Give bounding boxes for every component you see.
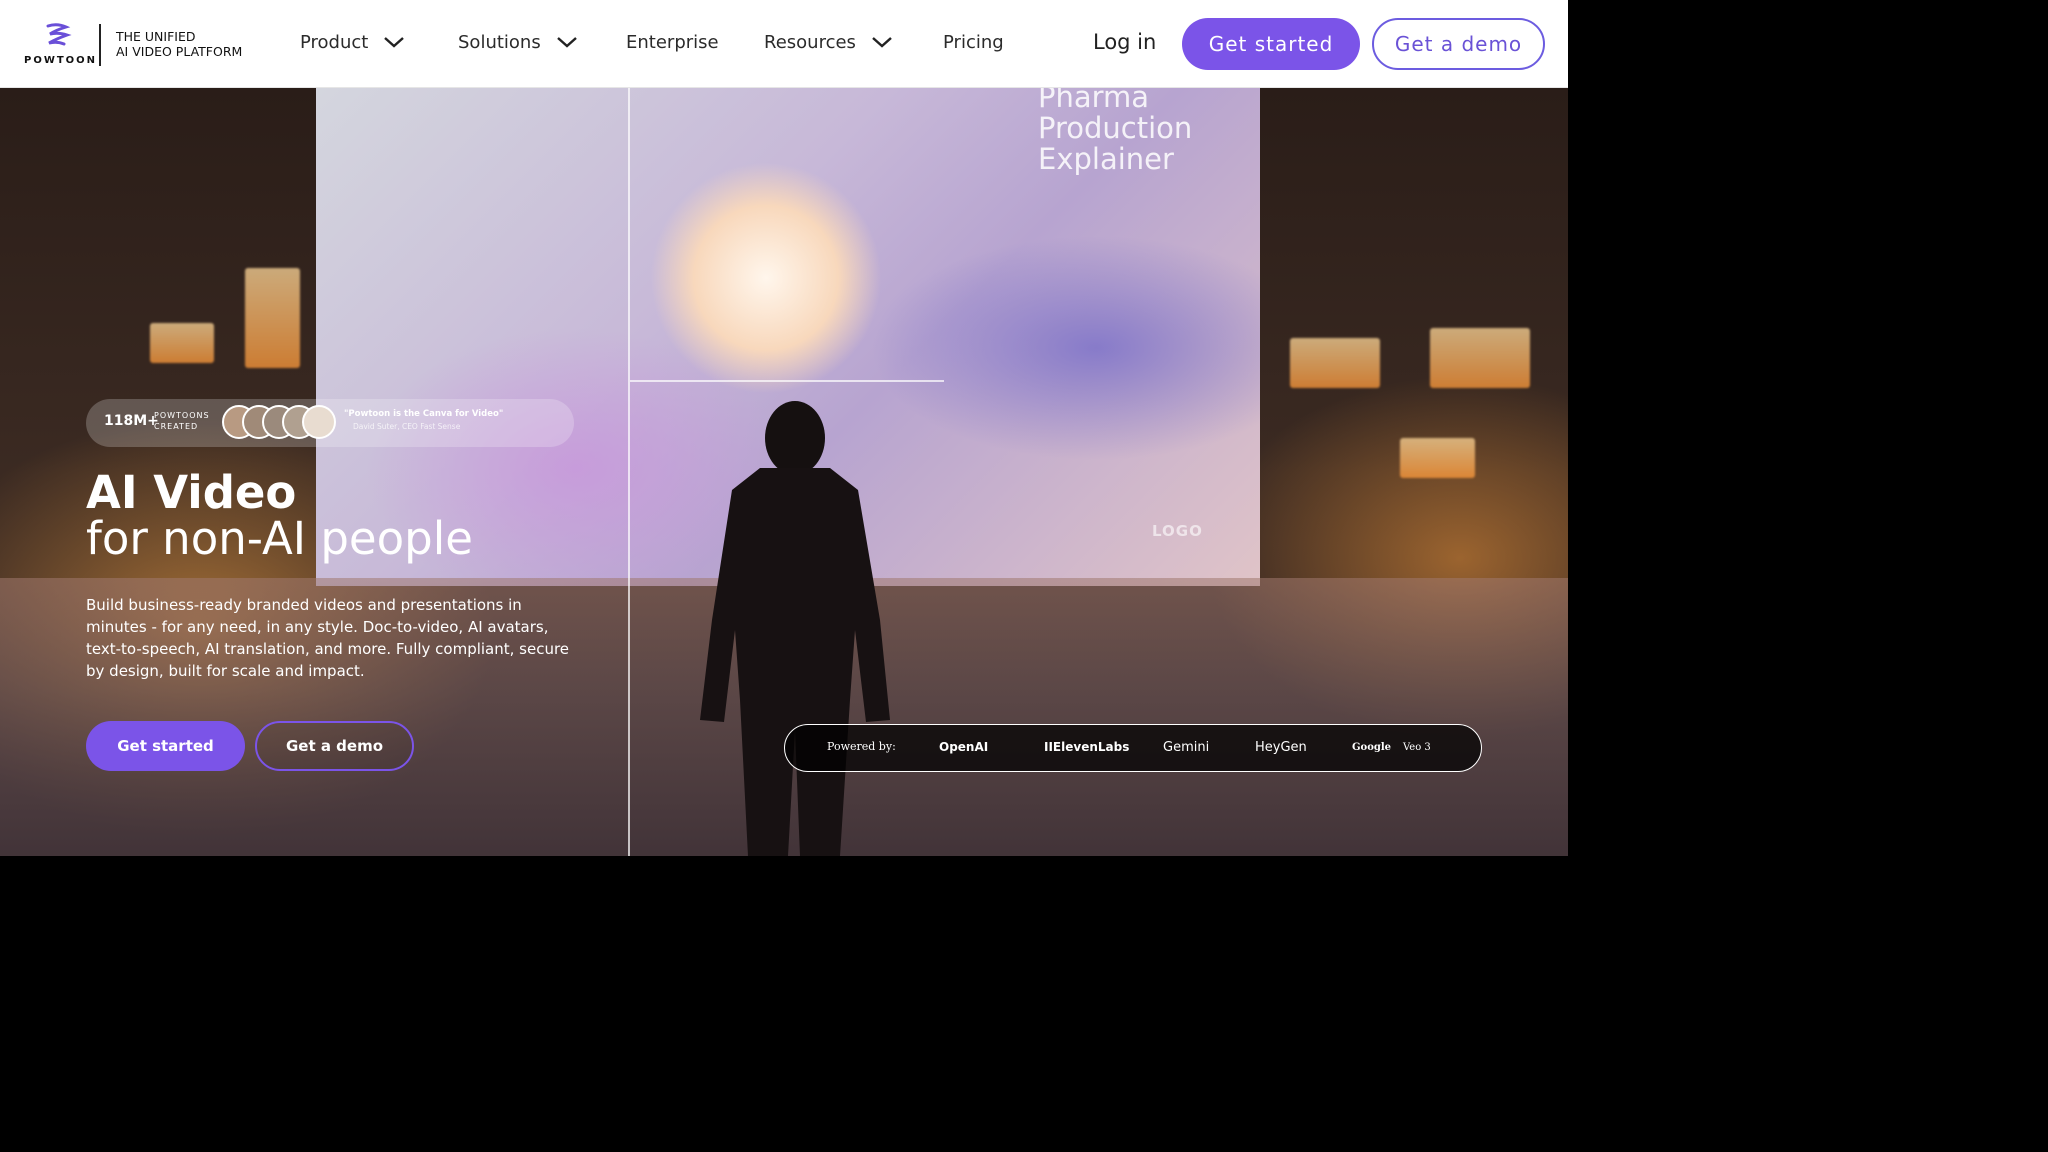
powtoon-mark-icon: [46, 23, 72, 46]
nav-pricing[interactable]: Pricing: [943, 30, 1004, 54]
nav-enterprise-label: Enterprise: [626, 31, 719, 53]
chevron-down-icon: [872, 37, 892, 48]
login-link[interactable]: Log in: [1093, 30, 1156, 54]
nav-product-label: Product: [300, 31, 369, 53]
powtoons-count: 118M+: [104, 413, 159, 429]
customer-avatars: [222, 405, 342, 441]
screen-caption-line: Production: [1038, 111, 1193, 145]
page-bottom-bar: [0, 856, 1568, 882]
nav-pricing-label: Pricing: [943, 31, 1004, 53]
partner-elevenlabs: IIElevenLabs: [1044, 740, 1130, 754]
hero-headline-light: for non-AI people: [86, 512, 473, 565]
screen-logo-placeholder: LOGO: [1152, 522, 1203, 540]
site-header: POWTOON THE UNIFIED AI VIDEO PLATFORM Pr…: [0, 0, 1568, 88]
hero-section: Pharma Production Explainer LOGO 118M+ P…: [0, 88, 1568, 856]
screen-divider: [630, 380, 944, 382]
nav-resources-label: Resources: [764, 31, 856, 53]
header-get-started-button[interactable]: Get started: [1182, 18, 1360, 70]
screen-caption: Pharma Production Explainer: [1038, 88, 1192, 175]
tagline-line-1: THE UNIFIED: [116, 29, 196, 44]
background-light: [245, 268, 300, 368]
stats-label-line: CREATED: [154, 422, 199, 431]
testimonial-quote: "Powtoon is the Canva for Video": [344, 409, 504, 419]
nav-solutions[interactable]: Solutions: [458, 30, 579, 54]
chevron-down-icon: [384, 37, 405, 48]
tagline-line-2: AI VIDEO PLATFORM: [116, 44, 243, 59]
screen-caption-line: Explainer: [1038, 142, 1174, 176]
screen-caption-line: Pharma: [1038, 88, 1150, 114]
nav-enterprise[interactable]: Enterprise: [626, 30, 719, 54]
header-get-demo-button[interactable]: Get a demo: [1372, 18, 1545, 70]
screen-divider: [628, 88, 630, 856]
logo-wordmark: POWTOON: [24, 55, 98, 66]
powered-by-bar: Powered by: OpenAI IIElevenLabs Gemini H…: [784, 724, 1482, 772]
person-silhouette: [700, 401, 890, 856]
powtoons-count-label: POWTOONS CREATED: [154, 410, 210, 432]
partner-google: Google: [1352, 742, 1392, 753]
nav-product[interactable]: Product: [300, 30, 406, 54]
background-light: [1400, 438, 1475, 478]
testimonial-author: David Suter, CEO Fast Sense: [353, 422, 461, 431]
hero-description: Build business-ready branded videos and …: [86, 596, 570, 680]
social-proof-pill: 118M+ POWTOONS CREATED "Powtoon is the C…: [86, 399, 574, 447]
powtoon-logo[interactable]: POWTOON: [24, 22, 95, 66]
background-light: [1290, 338, 1380, 388]
partner-veo: Veo 3: [1403, 742, 1431, 753]
brand-tagline: THE UNIFIED AI VIDEO PLATFORM: [116, 29, 242, 59]
nav-solutions-label: Solutions: [458, 31, 541, 53]
logo-divider: [99, 24, 101, 66]
chevron-down-icon: [556, 37, 577, 48]
partner-heygen: HeyGen: [1255, 740, 1307, 755]
avatar: [302, 405, 336, 439]
partner-gemini: Gemini: [1163, 740, 1210, 755]
background-light: [1430, 328, 1530, 388]
stats-label-line: POWTOONS: [154, 411, 210, 420]
hero-get-demo-button[interactable]: Get a demo: [255, 721, 414, 771]
partner-openai: OpenAI: [939, 740, 989, 754]
hero-get-started-button[interactable]: Get started: [86, 721, 245, 771]
nav-resources[interactable]: Resources: [764, 30, 894, 54]
powered-by-label: Powered by:: [827, 740, 896, 753]
background-light: [150, 323, 214, 363]
